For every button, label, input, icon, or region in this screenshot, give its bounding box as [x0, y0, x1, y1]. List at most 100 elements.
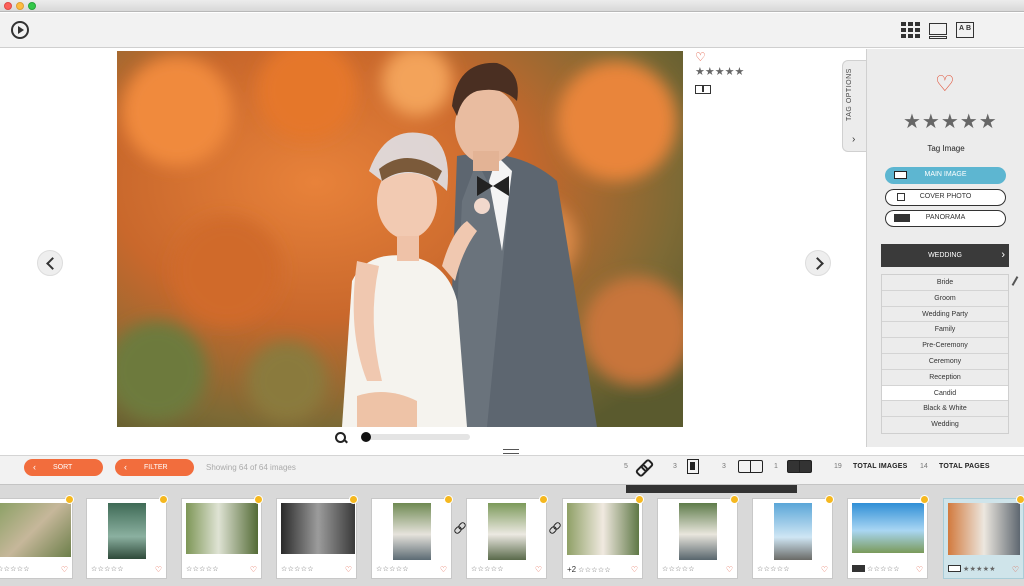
- chevron-left-icon: ‹: [33, 462, 36, 472]
- category-item-ceremony[interactable]: Ceremony: [882, 353, 1008, 370]
- panorama-button[interactable]: PANORAMA: [885, 210, 1006, 227]
- compare-ab-icon[interactable]: AB: [955, 20, 975, 40]
- favorite-heart-icon[interactable]: ♡: [155, 564, 162, 575]
- category-item-reception[interactable]: Reception: [882, 369, 1008, 386]
- panorama-book-icon[interactable]: [787, 460, 813, 473]
- tag-options-label: TAG OPTIONS: [846, 68, 853, 121]
- links-count: 5: [624, 463, 628, 470]
- bottom-toolbar: ‹ SORT ‹ FILTER Showing 64 of 64 images …: [0, 455, 1024, 484]
- cover-page-icon[interactable]: [687, 459, 699, 474]
- category-item-groom[interactable]: Groom: [882, 290, 1008, 307]
- category-group-header[interactable]: WEDDING ›: [881, 244, 1009, 267]
- thumbnail-card[interactable]: +2 ☆☆☆☆☆ ♡: [562, 495, 644, 579]
- chevron-left-icon: ‹: [124, 462, 127, 472]
- panorama-book-icon: [852, 565, 865, 572]
- window-titlebar: [0, 0, 1024, 12]
- main-photo[interactable]: [117, 51, 683, 427]
- pages-count: 3: [673, 463, 677, 470]
- sync-badge-icon: [159, 495, 168, 504]
- rating-stars[interactable]: ★★★★★: [695, 65, 755, 78]
- sync-badge-icon: [444, 495, 453, 504]
- filter-button[interactable]: ‹ FILTER: [115, 459, 194, 476]
- book-spread-icon: [695, 85, 711, 94]
- category-item-black-white[interactable]: Black & White: [882, 401, 1008, 418]
- thumbnail-card[interactable]: ☆☆☆☆☆ ♡: [181, 495, 263, 579]
- favorite-heart-icon[interactable]: ♡: [345, 564, 352, 575]
- total-images-count: 19: [834, 463, 842, 470]
- link-icon[interactable]: [636, 460, 650, 474]
- tag-options-tab[interactable]: TAG OPTIONS ›: [842, 60, 866, 152]
- tag-image-label: Tag Image: [927, 144, 965, 153]
- sync-badge-icon: [349, 495, 358, 504]
- category-item-pre-ceremony[interactable]: Pre-Ceremony: [882, 338, 1008, 354]
- favorite-heart-icon[interactable]: ♡: [935, 73, 955, 95]
- total-images-label: TOTAL IMAGES: [853, 463, 908, 470]
- showing-count-text: Showing 64 of 64 images: [206, 463, 296, 472]
- category-item-wedding-party[interactable]: Wedding Party: [882, 306, 1008, 323]
- thumbnail-card[interactable]: ☆☆☆☆☆ ♡: [752, 495, 834, 579]
- tag-options-panel: ♡ ★★★★★ Tag Image MAIN IMAGE COVER PHOTO…: [866, 49, 1024, 447]
- category-item-family[interactable]: Family: [882, 322, 1008, 339]
- thumbnail-card-selected[interactable]: ★★★★★ ♡: [943, 495, 1024, 579]
- sync-badge-icon: [635, 495, 644, 504]
- zoom-slider-track[interactable]: [362, 434, 470, 440]
- photo-tag-indicators: ♡ ★★★★★: [695, 51, 755, 94]
- sync-badge-icon: [539, 495, 548, 504]
- filmstrip: ☆☆☆☆☆ ♡ ☆☆☆☆☆ ♡ ☆☆☆☆☆ ♡ ☆☆☆☆☆ ♡ ☆☆☆☆☆ ♡ ☆☆☆☆☆…: [0, 484, 1024, 586]
- cover-photo-button[interactable]: COVER PHOTO: [885, 189, 1006, 206]
- thumbnail-card[interactable]: ☆☆☆☆☆ ♡: [657, 495, 739, 579]
- favorite-heart-icon[interactable]: ♡: [726, 564, 733, 575]
- zoom-magnifier-icon[interactable]: [335, 432, 347, 444]
- thumbnail-card[interactable]: ☆☆☆☆☆ ♡: [0, 495, 74, 579]
- favorite-heart-icon[interactable]: ♡: [695, 51, 755, 63]
- zoom-window-button[interactable]: [28, 2, 36, 10]
- category-list: Bride Groom Wedding Party Family Pre-Cer…: [881, 274, 1009, 434]
- spread-book-icon: [948, 565, 961, 572]
- single-view-icon[interactable]: [928, 20, 948, 40]
- zoom-slider-knob[interactable]: [361, 432, 371, 442]
- play-circle-icon[interactable]: [11, 21, 29, 39]
- close-window-button[interactable]: [4, 2, 12, 10]
- panorama-book-icon: [894, 214, 910, 222]
- chevron-right-icon: ›: [1001, 249, 1005, 261]
- category-item-candid[interactable]: Candid: [882, 385, 1008, 402]
- thumbnail-card[interactable]: ☆☆☆☆☆ ♡: [276, 495, 358, 579]
- thumbnail-card[interactable]: ☆☆☆☆☆ ♡: [847, 495, 929, 579]
- favorite-heart-icon[interactable]: ♡: [61, 564, 68, 575]
- open-book-icon[interactable]: [738, 460, 764, 473]
- resize-handle-icon[interactable]: [503, 449, 519, 454]
- link-icon[interactable]: [454, 522, 466, 534]
- image-viewer: ♡ ★★★★★: [0, 49, 866, 447]
- main-image-button[interactable]: MAIN IMAGE: [885, 167, 1006, 184]
- link-icon[interactable]: [549, 522, 561, 534]
- category-item-bride[interactable]: Bride: [882, 275, 1008, 291]
- thumbnail-card[interactable]: ☆☆☆☆☆ ♡: [466, 495, 548, 579]
- grid-view-icon[interactable]: [900, 20, 920, 40]
- sync-badge-icon: [730, 495, 739, 504]
- favorite-heart-icon[interactable]: ♡: [440, 564, 447, 575]
- rating-stars[interactable]: ★★★★★: [903, 109, 998, 135]
- category-item-wedding[interactable]: Wedding: [882, 417, 1008, 433]
- chevron-right-icon[interactable]: [805, 250, 831, 276]
- panoramas-count: 1: [774, 463, 778, 470]
- total-pages-label: TOTAL PAGES: [939, 463, 990, 470]
- filmstrip-scroll-indicator[interactable]: [626, 485, 797, 493]
- chevron-right-icon: ›: [852, 134, 856, 145]
- chevron-left-icon[interactable]: [37, 250, 63, 276]
- sync-badge-icon: [825, 495, 834, 504]
- spread-icon: [894, 171, 907, 179]
- thumbnail-card[interactable]: ☆☆☆☆☆ ♡: [86, 495, 168, 579]
- minimize-window-button[interactable]: [16, 2, 24, 10]
- favorite-heart-icon[interactable]: ♡: [631, 564, 638, 575]
- sync-badge-icon: [920, 495, 929, 504]
- favorite-heart-icon[interactable]: ♡: [535, 564, 542, 575]
- favorite-heart-icon[interactable]: ♡: [916, 564, 923, 575]
- total-pages-count: 14: [920, 463, 928, 470]
- page-icon: [897, 193, 905, 201]
- thumbnail-card[interactable]: ☆☆☆☆☆ ♡: [371, 495, 453, 579]
- favorite-heart-icon[interactable]: ♡: [821, 564, 828, 575]
- sort-button[interactable]: ‹ SORT: [24, 459, 103, 476]
- favorite-heart-icon[interactable]: ♡: [1012, 564, 1019, 575]
- favorite-heart-icon[interactable]: ♡: [250, 564, 257, 575]
- edit-pencil-icon[interactable]: [1010, 276, 1020, 286]
